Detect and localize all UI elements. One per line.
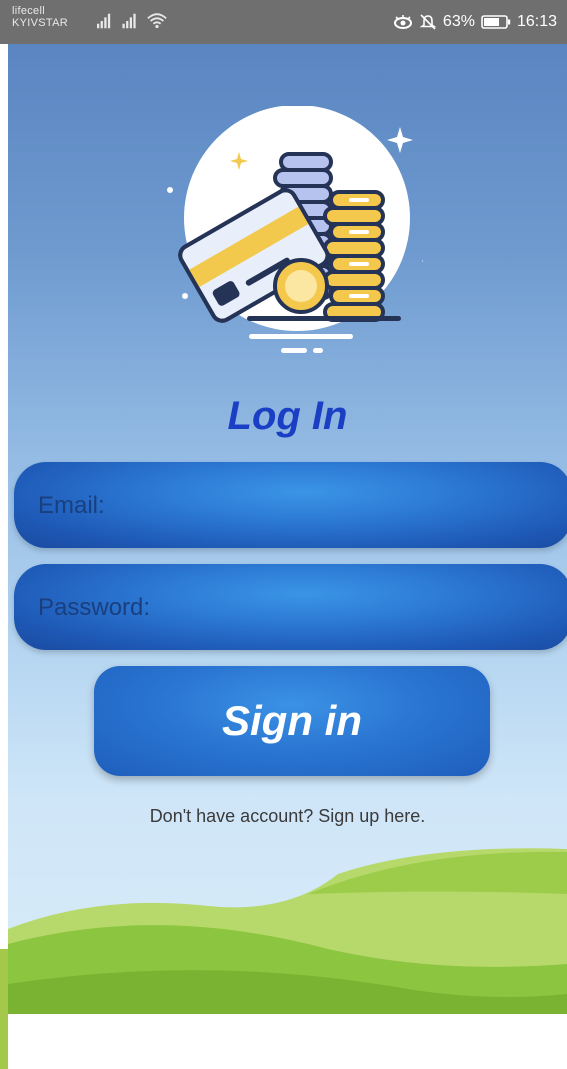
status-right: 63% 16:13	[393, 11, 557, 33]
password-field[interactable]: Password:	[14, 564, 567, 650]
signal-icon	[122, 13, 136, 29]
left-edge-green	[0, 949, 8, 1069]
sign-up-link[interactable]: Don't have account? Sign up here.	[8, 806, 567, 827]
email-placeholder: Email:	[38, 492, 105, 519]
wifi-icon	[147, 13, 167, 25]
hills-background	[8, 848, 567, 1014]
sign-in-button[interactable]: Sign in	[94, 666, 490, 776]
signal-icon	[97, 13, 111, 29]
signal-icons	[97, 13, 167, 29]
carrier-info: lifecell KYIVSTAR	[12, 5, 68, 29]
bell-off-icon	[419, 14, 437, 30]
email-field[interactable]: Email:	[14, 462, 567, 548]
carrier-2: KYIVSTAR	[12, 17, 68, 29]
clock: 16:13	[516, 13, 557, 30]
carrier-1: lifecell	[12, 5, 45, 17]
status-bar: lifecell KYIVSTAR 63% 16:13	[0, 0, 567, 44]
coins-card-logo	[167, 106, 423, 353]
page-title: Log In	[227, 394, 348, 438]
password-placeholder: Password:	[38, 594, 151, 621]
battery-icon	[481, 15, 511, 29]
left-edge	[0, 44, 8, 1069]
battery-percent: 63%	[442, 13, 475, 30]
login-screen: Log In Email: Password: Sign in Don't ha…	[8, 44, 567, 1014]
eye-icon	[393, 15, 412, 29]
